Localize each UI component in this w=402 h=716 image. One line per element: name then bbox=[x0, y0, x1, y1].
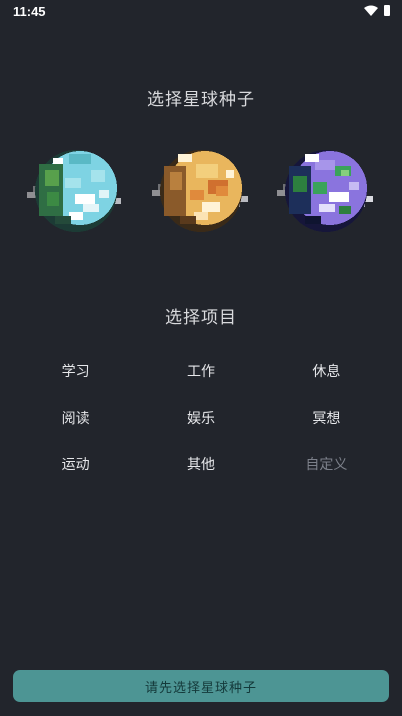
planet-seed-screen: 11:45 选择星球种子 选择项目 学习 工作 休息 阅读 娱乐 冥想 运动 其… bbox=[0, 0, 402, 716]
wifi-icon bbox=[364, 5, 378, 16]
seed-section-title: 选择星球种子 bbox=[147, 90, 255, 110]
project-option-rest[interactable]: 休息 bbox=[264, 350, 389, 392]
status-time: 11:45 bbox=[13, 4, 46, 19]
planet-purple-icon[interactable] bbox=[275, 146, 375, 236]
battery-icon bbox=[384, 5, 390, 16]
project-option-reading[interactable]: 阅读 bbox=[13, 397, 138, 439]
project-section-title: 选择项目 bbox=[165, 308, 237, 328]
status-bar: 11:45 bbox=[0, 0, 402, 24]
project-options-grid: 学习 工作 休息 阅读 娱乐 冥想 运动 其他 自定义 bbox=[13, 350, 389, 490]
project-option-meditation[interactable]: 冥想 bbox=[264, 397, 389, 439]
project-option-custom[interactable]: 自定义 bbox=[264, 443, 389, 485]
planet-seed-list bbox=[0, 146, 402, 236]
project-option-study[interactable]: 学习 bbox=[13, 350, 138, 392]
project-option-work[interactable]: 工作 bbox=[138, 350, 263, 392]
project-option-other[interactable]: 其他 bbox=[138, 443, 263, 485]
project-option-entertainment[interactable]: 娱乐 bbox=[138, 397, 263, 439]
project-option-exercise[interactable]: 运动 bbox=[13, 443, 138, 485]
select-seed-button[interactable]: 请先选择星球种子 bbox=[13, 670, 389, 702]
planet-ocean-icon[interactable] bbox=[25, 146, 125, 236]
status-icons bbox=[364, 5, 390, 16]
planet-desert-icon[interactable] bbox=[150, 146, 250, 236]
